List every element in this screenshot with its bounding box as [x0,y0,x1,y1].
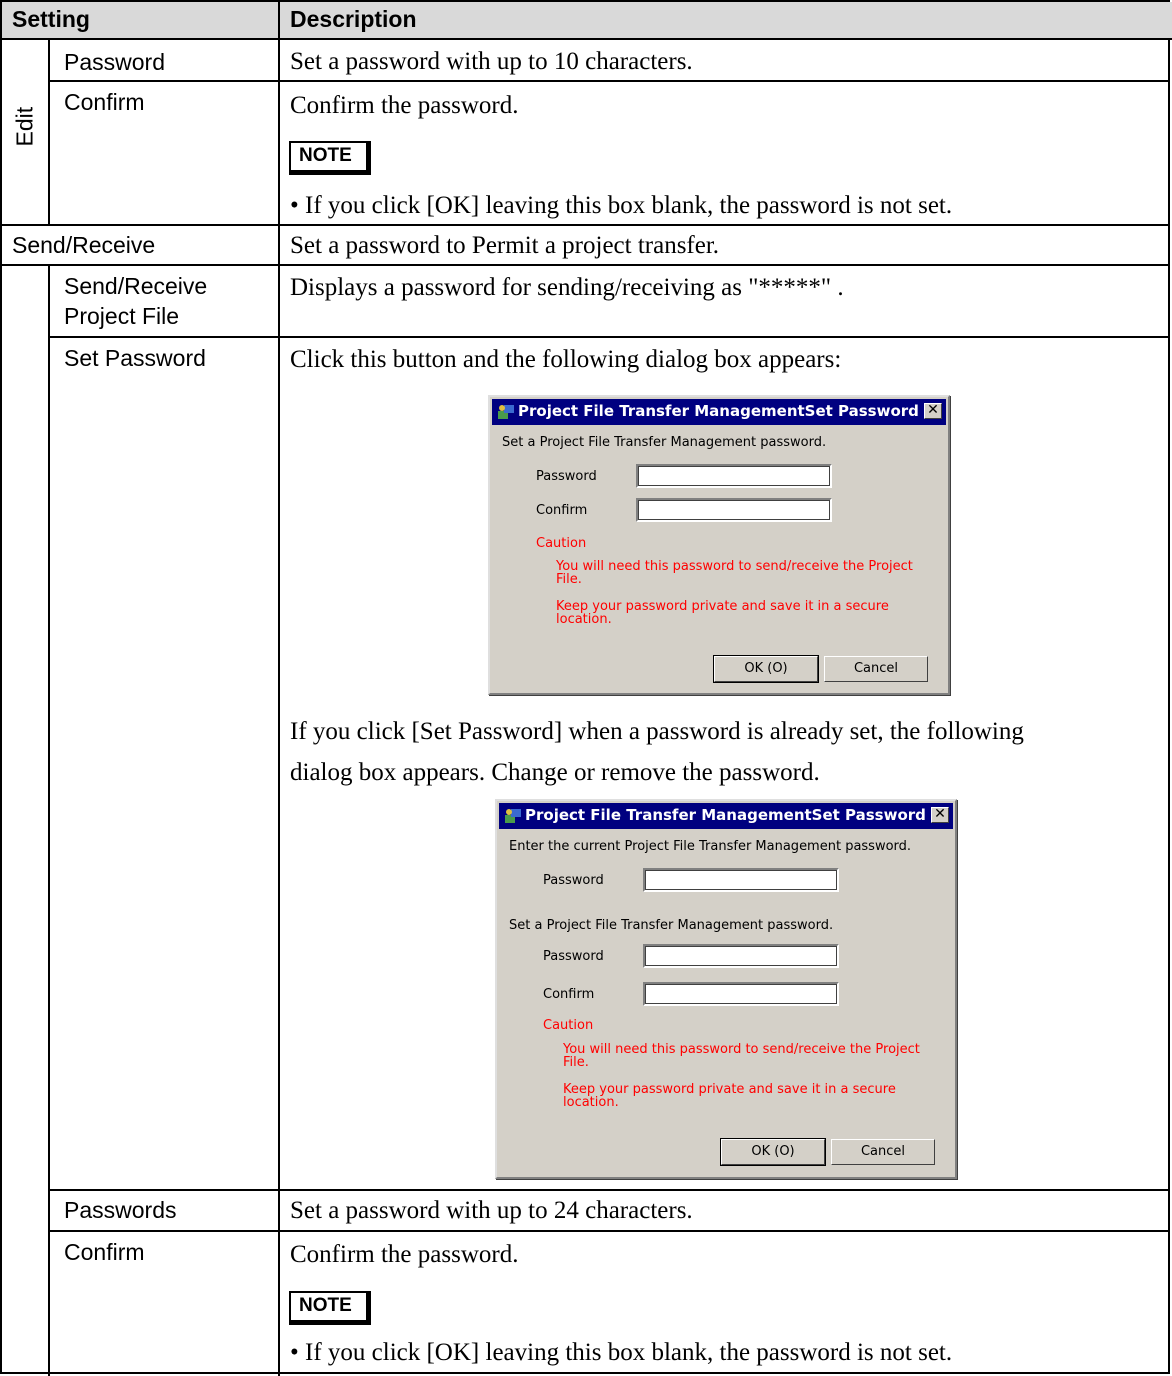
row-divider [2,224,1170,226]
setting-send-receive: Send/Receive [12,232,156,258]
description-password: Set a password with up to 10 characters. [290,48,693,75]
setting-confirm-2: Confirm [64,1239,145,1265]
password-label: Password [536,469,597,484]
confirm-input[interactable] [636,498,832,522]
setting-password: Password [64,49,165,75]
dialog-instruction: Set a Project File Transfer Management p… [502,435,827,450]
description-send-receive-file: Displays a password for sending/receivin… [290,274,844,301]
setting-set-password: Set Password [64,345,206,371]
description-send-receive: Set a password to Permit a project trans… [290,232,720,259]
current-password-input[interactable] [643,868,839,892]
edit-group-label: Edit [11,106,38,147]
confirm-label: Confirm [536,503,588,518]
current-instruction: Enter the current Project File Transfer … [509,839,912,854]
table-header: Setting Description [2,2,1172,40]
header-setting: Setting [12,6,90,32]
caution-text-2b: location. [563,1095,619,1110]
set-password-dialog: Project File Transfer ManagementSet Pass… [488,395,950,695]
ok-button[interactable]: OK (O) [713,655,819,683]
row-divider [48,1230,1170,1232]
dialog-title: Project File Transfer ManagementSet Pass… [518,402,919,420]
app-icon [498,405,514,419]
caution-label: Caution [543,1018,594,1033]
note-label: NOTE [299,1295,352,1316]
password-input[interactable] [643,944,839,968]
password-label: Password [543,949,604,964]
setting-passwords: Passwords [64,1197,177,1223]
ok-button[interactable]: OK (O) [720,1138,826,1166]
row-divider [48,80,1170,82]
note-badge: NOTE [289,141,371,175]
description-confirm: Confirm the password. [290,92,519,119]
setting-send-receive-file-line2: Project File [64,303,180,329]
row-divider [48,336,1170,338]
row-divider [48,1189,1170,1191]
send-receive-group-divider [48,264,50,1376]
caution-text-1: You will need this password to send/rece… [556,559,913,574]
password-input[interactable] [636,464,832,488]
description-set-password: Click this button and the following dial… [290,346,842,373]
header-description: Description [290,6,417,32]
dialog-titlebar: Project File Transfer ManagementSet Pass… [492,399,946,425]
note-badge: NOTE [289,1291,371,1325]
dialog-title: Project File Transfer ManagementSet Pass… [525,806,926,824]
edit-group-divider [48,40,50,224]
dialog-titlebar: Project File Transfer ManagementSet Pass… [499,803,953,829]
note-label: NOTE [299,145,352,166]
column-divider [278,2,280,1376]
current-password-label: Password [543,873,604,888]
confirm-input[interactable] [643,982,839,1006]
note-text: • If you click [OK] leaving this box bla… [290,192,953,219]
description-passwords: Set a password with up to 24 characters. [290,1197,693,1224]
description-set-password-2b: dialog box appears. Change or remove the… [290,759,820,786]
change-password-dialog: Project File Transfer ManagementSet Pass… [495,799,957,1179]
settings-table: Setting Description Edit Password Set a … [0,0,1172,1376]
description-set-password-2a: If you click [Set Password] when a passw… [290,718,1024,745]
close-button[interactable]: ✕ [924,403,942,419]
caution-text-1b: File. [563,1055,589,1070]
cancel-button[interactable]: Cancel [824,656,928,682]
dialog-instruction: Set a Project File Transfer Management p… [509,918,834,933]
confirm-label: Confirm [543,987,595,1002]
caution-label: Caution [536,536,587,551]
note-text: • If you click [OK] leaving this box bla… [290,1339,953,1366]
description-confirm-2: Confirm the password. [290,1241,519,1268]
caution-text-1: You will need this password to send/rece… [563,1042,920,1057]
caution-text-1b: File. [556,572,582,587]
cancel-button[interactable]: Cancel [831,1139,935,1165]
app-icon [505,809,521,823]
setting-confirm: Confirm [64,89,145,115]
row-divider [2,264,1170,266]
setting-send-receive-file-line1: Send/Receive [64,273,208,299]
close-button[interactable]: ✕ [931,807,949,823]
caution-text-2b: location. [556,612,612,627]
